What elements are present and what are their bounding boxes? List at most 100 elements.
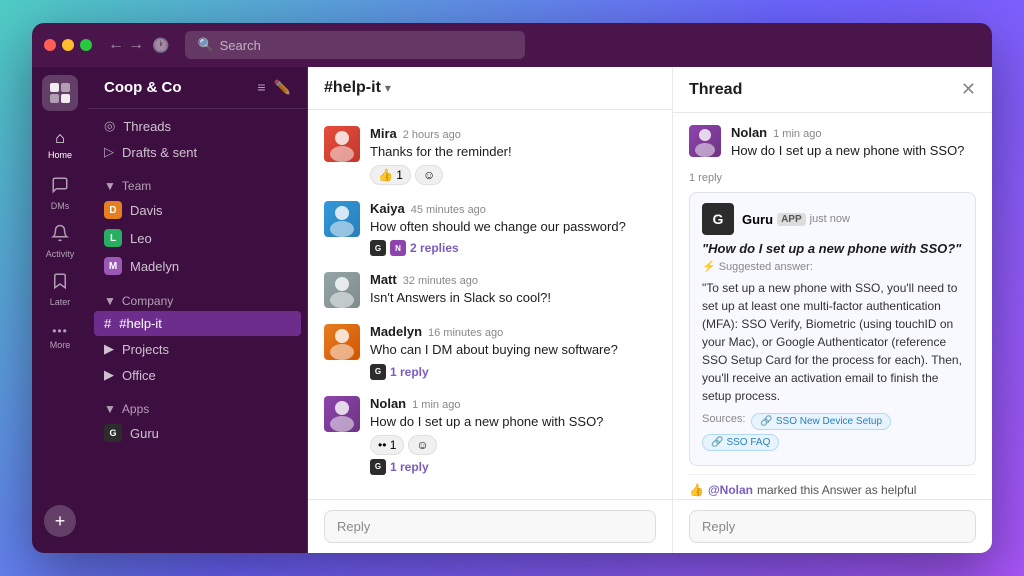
msg-matt-username: Matt (370, 272, 397, 287)
activity-icon (51, 224, 69, 247)
sidebar-item-more[interactable]: ••• More (38, 315, 82, 359)
helpful-mention[interactable]: @Nolan (708, 483, 753, 497)
avatar-matt (324, 272, 360, 308)
nav-item-madelyn[interactable]: M Madelyn (88, 252, 307, 280)
apps-section-header[interactable]: ▼ Apps (88, 396, 307, 419)
reaction-smile[interactable]: ☺ (408, 435, 436, 455)
team-section-header[interactable]: ▼ Team (88, 173, 307, 196)
kaiya-reply-avatar: G (370, 240, 386, 256)
thread-original-content: Nolan 1 min ago How do I set up a new ph… (731, 125, 976, 160)
workspace-header: Coop & Co ≡ ✏️ (88, 67, 307, 109)
madelyn-reply-avatar: G (370, 364, 386, 380)
guru-name-row: Guru APP just now (742, 212, 850, 227)
workspace-name: Coop & Co (104, 79, 181, 96)
message-nolan-content: Nolan 1 min ago How do I set up a new ph… (370, 396, 656, 475)
sidebar-item-dms[interactable]: DMs (38, 171, 82, 215)
minimize-button[interactable] (62, 39, 74, 51)
thread-header: Thread ✕ (673, 67, 992, 113)
msg-mira-text: Thanks for the reminder! (370, 143, 656, 161)
kaiya-reply-link[interactable]: G N 2 replies (370, 240, 656, 256)
message-kaiya: Kaiya 45 minutes ago How often should we… (324, 201, 656, 256)
nav-item-drafts[interactable]: ▷ Drafts & sent (88, 139, 307, 165)
maximize-button[interactable] (80, 39, 92, 51)
sidebar-item-activity[interactable]: Activity (38, 219, 82, 263)
home-icon: ⌂ (55, 130, 65, 148)
guru-msg-header: G Guru APP just now (702, 203, 963, 235)
sidebar-item-home[interactable]: ⌂ Home (38, 123, 82, 167)
add-button[interactable]: + (44, 505, 76, 537)
channel-dropdown-icon[interactable]: ▾ (385, 81, 391, 95)
search-bar[interactable]: 🔍 (185, 31, 525, 59)
nav-item-guru[interactable]: G Guru (88, 419, 307, 447)
thread-reply-area: Reply (673, 499, 992, 553)
sidebar-item-later[interactable]: Later (38, 267, 82, 311)
reaction-eyes[interactable]: •• 1 (370, 435, 404, 455)
message-mira-content: Mira 2 hours ago Thanks for the reminder… (370, 126, 656, 185)
nolan-reply-link[interactable]: G 1 reply (370, 459, 656, 475)
msg-mira-time: 2 hours ago (403, 129, 461, 141)
guru-info: Guru APP just now (742, 212, 850, 227)
source-icon-1: 🔗 (760, 416, 772, 427)
source-tag-1[interactable]: 🔗 SSO New Device Setup (751, 413, 891, 430)
thread-original-time: 1 min ago (773, 128, 821, 140)
lightning-icon: ⚡ (702, 260, 716, 273)
main-content: ⌂ Home DMs Activity (32, 67, 992, 553)
search-input[interactable] (220, 38, 514, 53)
msg-nolan-header: Nolan 1 min ago (370, 396, 656, 411)
msg-madelyn-header: Madelyn 16 minutes ago (370, 324, 656, 339)
reaction-add[interactable]: ☺ (415, 165, 443, 185)
nav-item-projects[interactable]: ▶ Projects (88, 336, 307, 362)
madelyn-reply-link[interactable]: G 1 reply (370, 364, 656, 380)
guru-message: G Guru APP just now "How do I set up a n… (689, 192, 976, 466)
msg-kaiya-time: 45 minutes ago (411, 204, 486, 216)
dms-icon (51, 176, 69, 199)
helpful-row: 👍 @Nolan marked this Answer as helpful (689, 474, 976, 497)
nav-item-leo[interactable]: L Leo (88, 224, 307, 252)
nav-apps-section: ▼ Apps G Guru (88, 392, 307, 451)
workspace-actions: ≡ ✏️ (257, 79, 291, 96)
helpful-text: marked this Answer as helpful (757, 483, 916, 497)
nav-forward-button[interactable]: → (128, 36, 144, 54)
later-icon (51, 272, 69, 295)
nav-item-help-it[interactable]: # #help-it (94, 311, 301, 336)
message-mira: Mira 2 hours ago Thanks for the reminder… (324, 126, 656, 185)
message-matt-content: Matt 32 minutes ago Isn't Answers in Sla… (370, 272, 656, 307)
nav-sidebar: Coop & Co ≡ ✏️ ◎ Threads ▷ Drafts & sent (88, 67, 308, 553)
source-tag-2[interactable]: 🔗 SSO FAQ (702, 434, 779, 451)
message-matt: Matt 32 minutes ago Isn't Answers in Sla… (324, 272, 656, 308)
avatar-mira (324, 126, 360, 162)
guru-answer-text: "To set up a new phone with SSO, you'll … (702, 279, 963, 405)
avatar-kaiya (324, 201, 360, 237)
guru-time: just now (810, 213, 850, 225)
avatar-nolan-ch (324, 396, 360, 432)
close-button[interactable] (44, 39, 56, 51)
thread-original-username: Nolan (731, 125, 767, 140)
thread-reply-input[interactable]: Reply (689, 510, 976, 543)
nav-item-threads[interactable]: ◎ Threads (88, 113, 307, 139)
nav-back-button[interactable]: ← (108, 36, 124, 54)
msg-mira-header: Mira 2 hours ago (370, 126, 656, 141)
channel-reply-input[interactable]: Reply (324, 510, 656, 543)
msg-nolan-username: Nolan (370, 396, 406, 411)
collapse-icon: ▼ (104, 179, 116, 193)
thread-title: Thread (689, 81, 742, 99)
channel-area: #help-it ▾ Mira 2 hours ago Thanks for t… (308, 67, 672, 553)
thread-original-header: Nolan 1 min ago (731, 125, 976, 140)
new-message-icon[interactable]: ✏️ (274, 79, 291, 96)
nav-item-office[interactable]: ▶ Office (88, 362, 307, 388)
thread-close-button[interactable]: ✕ (961, 79, 976, 100)
more-icon: ••• (52, 324, 68, 338)
thread-avatar-nolan (689, 125, 721, 157)
nav-company-section: ▼ Company # #help-it ▶ Projects ▶ Office (88, 284, 307, 392)
thread-reply-count: 1 reply (689, 172, 976, 184)
compose-icon[interactable]: ≡ (257, 79, 265, 96)
msg-matt-header: Matt 32 minutes ago (370, 272, 656, 287)
channel-hash-icon: # (104, 316, 111, 331)
collapse-apps-icon: ▼ (104, 402, 116, 416)
nav-item-davis[interactable]: D Davis (88, 196, 307, 224)
msg-nolan-reactions: •• 1 ☺ (370, 435, 656, 455)
msg-kaiya-text: How often should we change our password? (370, 218, 656, 236)
company-section-header[interactable]: ▼ Company (88, 288, 307, 311)
guru-app-icon: G (104, 424, 122, 442)
reaction-thumbs-up[interactable]: 👍 1 (370, 165, 411, 185)
